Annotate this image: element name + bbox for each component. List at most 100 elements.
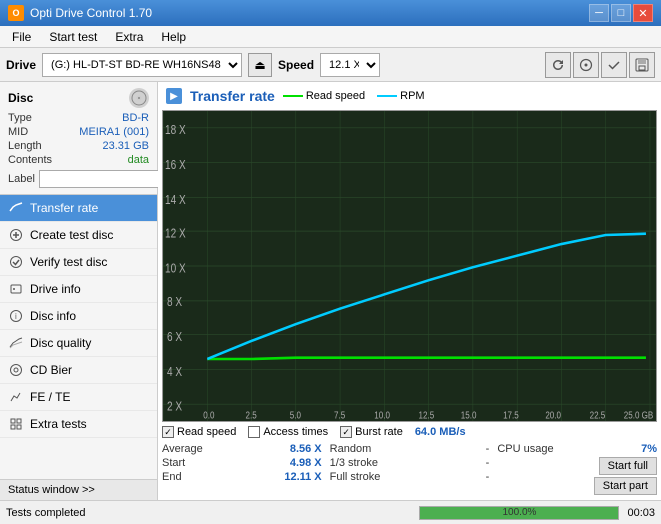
menu-extra[interactable]: Extra [107, 28, 151, 46]
access-times-checkbox[interactable] [248, 426, 260, 438]
maximize-button[interactable]: □ [611, 4, 631, 22]
app-title: Opti Drive Control 1.70 [30, 6, 152, 20]
disc-label-row: Label 🔍 [8, 170, 149, 188]
end-row: End 12.11 X [162, 470, 322, 484]
cd-bier-icon [8, 362, 24, 378]
nav-items: Transfer rate Create test disc Verify te… [0, 195, 157, 479]
window-controls: ─ □ ✕ [589, 4, 653, 22]
svg-text:25.0 GB: 25.0 GB [624, 409, 654, 420]
svg-text:10.0: 10.0 [374, 409, 390, 420]
status-window-button[interactable]: Status window >> [0, 479, 157, 500]
verify-test-disc-icon [8, 254, 24, 270]
chart-icon: ▶ [166, 88, 182, 104]
nav-item-create-test-disc[interactable]: Create test disc [0, 222, 157, 249]
start-part-row: Start part [497, 476, 657, 496]
read-speed-checkbox[interactable]: ✓ [162, 426, 174, 438]
burst-rate-checkbox-item[interactable]: ✓ Burst rate [340, 426, 403, 438]
disc-label-input[interactable] [39, 170, 177, 188]
average-row: Average 8.56 X [162, 442, 322, 456]
stats-area: ✓ Read speed Access times ✓ Burst rate 6… [162, 426, 657, 496]
svg-text:18 X: 18 X [165, 124, 186, 137]
start-full-button[interactable]: Start full [599, 457, 657, 475]
nav-item-fe-te[interactable]: FE / TE [0, 384, 157, 411]
svg-text:2.5: 2.5 [246, 409, 257, 420]
one-third-stroke-row: 1/3 stroke - [330, 456, 490, 470]
svg-text:20.0: 20.0 [545, 409, 561, 420]
svg-text:10 X: 10 X [165, 262, 186, 275]
create-test-disc-icon [8, 227, 24, 243]
nav-item-disc-quality[interactable]: Disc quality [0, 330, 157, 357]
refresh-icon-btn[interactable] [545, 52, 571, 78]
menu-bar: File Start test Extra Help [0, 26, 661, 48]
eject-button[interactable]: ⏏ [248, 53, 272, 77]
nav-item-drive-info[interactable]: Drive info [0, 276, 157, 303]
start-part-button[interactable]: Start part [594, 477, 657, 495]
start-full-row: Start full [497, 456, 657, 476]
svg-text:7.5: 7.5 [334, 409, 345, 420]
status-bar: Tests completed 100.0% 00:03 [0, 500, 661, 524]
svg-text:2 X: 2 X [167, 401, 182, 414]
extra-tests-icon [8, 416, 24, 432]
svg-text:17.5: 17.5 [503, 409, 519, 420]
progress-label: 100.0% [420, 507, 618, 519]
nav-item-transfer-rate[interactable]: Transfer rate [0, 195, 157, 222]
status-text: Tests completed [6, 507, 411, 519]
nav-item-disc-info[interactable]: i Disc info [0, 303, 157, 330]
menu-help[interactable]: Help [153, 28, 194, 46]
disc-length-row: Length 23.31 GB [8, 140, 149, 152]
access-times-checkbox-item[interactable]: Access times [248, 426, 328, 438]
drive-info-icon [8, 281, 24, 297]
minimize-button[interactable]: ─ [589, 4, 609, 22]
burst-rate-checkbox[interactable]: ✓ [340, 426, 352, 438]
toolbar: Drive (G:) HL-DT-ST BD-RE WH16NS48 1.D3 … [0, 48, 661, 82]
menu-file[interactable]: File [4, 28, 39, 46]
disc-type-row: Type BD-R [8, 112, 149, 124]
drive-select[interactable]: (G:) HL-DT-ST BD-RE WH16NS48 1.D3 [42, 53, 242, 77]
svg-text:16 X: 16 X [165, 159, 186, 172]
chart-header: ▶ Transfer rate Read speed RPM [162, 86, 657, 106]
disc-icon-btn[interactable] [573, 52, 599, 78]
svg-text:12.5: 12.5 [419, 409, 435, 420]
legend-read-speed: Read speed [283, 90, 365, 102]
nav-item-cd-bier[interactable]: CD Bier [0, 357, 157, 384]
full-stroke-row: Full stroke - [330, 470, 490, 484]
svg-text:15.0: 15.0 [461, 409, 477, 420]
speed-label: Speed [278, 58, 314, 72]
cpu-usage-row: CPU usage 7% [497, 442, 657, 456]
stats-checkboxes: ✓ Read speed Access times ✓ Burst rate 6… [162, 426, 657, 438]
disc-panel-icon [129, 88, 149, 108]
svg-text:4 X: 4 X [167, 366, 182, 379]
graph-container: 18 X 16 X 14 X 12 X 10 X 8 X 6 X 4 X 2 X… [162, 110, 657, 422]
stats-grid: Average 8.56 X Start 4.98 X End 12.11 X [162, 442, 657, 496]
disc-contents-row: Contents data [8, 154, 149, 166]
title-bar: O Opti Drive Control 1.70 ─ □ ✕ [0, 0, 661, 26]
start-row: Start 4.98 X [162, 456, 322, 470]
svg-text:6 X: 6 X [167, 331, 182, 344]
read-speed-checkbox-item[interactable]: ✓ Read speed [162, 426, 236, 438]
legend-read-speed-color [283, 95, 303, 97]
save-icon-btn[interactable] [629, 52, 655, 78]
svg-text:i: i [15, 312, 17, 321]
progress-bar: 100.0% [419, 506, 619, 520]
legend-rpm: RPM [377, 90, 424, 102]
svg-text:0.0: 0.0 [203, 409, 214, 420]
svg-text:14 X: 14 X [165, 194, 186, 207]
disc-title: Disc [8, 91, 33, 105]
close-button[interactable]: ✕ [633, 4, 653, 22]
speed-select[interactable]: 12.1 X ▾ [320, 53, 380, 77]
nav-item-extra-tests[interactable]: Extra tests [0, 411, 157, 438]
chart-title: Transfer rate [190, 88, 275, 104]
toolbar-action-icons [545, 52, 655, 78]
chart-legend: Read speed RPM [283, 90, 425, 102]
disc-panel: Disc Type BD-R MID MEIRA1 (001) Length [0, 82, 157, 195]
check-icon-btn[interactable] [601, 52, 627, 78]
main-content: Disc Type BD-R MID MEIRA1 (001) Length [0, 82, 661, 500]
svg-text:5.0: 5.0 [290, 409, 301, 420]
stats-col-3: CPU usage 7% Start full Start part [497, 442, 657, 496]
sidebar: Disc Type BD-R MID MEIRA1 (001) Length [0, 82, 158, 500]
nav-item-verify-test-disc[interactable]: Verify test disc [0, 249, 157, 276]
svg-text:12 X: 12 X [165, 228, 186, 241]
menu-start-test[interactable]: Start test [41, 28, 105, 46]
fe-te-icon [8, 389, 24, 405]
svg-text:22.5: 22.5 [590, 409, 606, 420]
